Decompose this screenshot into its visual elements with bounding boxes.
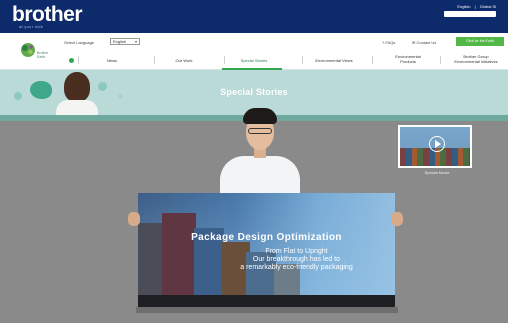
top-links: English | Global Si (454, 4, 496, 9)
presenter-photo (210, 108, 310, 198)
glasses (248, 128, 272, 134)
nav-item-news[interactable]: News (98, 58, 126, 64)
nav-item-our-work[interactable]: Our Work (167, 58, 201, 64)
logo-tagline: at your side (19, 24, 44, 29)
top-search-bar[interactable] (444, 11, 496, 17)
language-select-value: English (113, 39, 127, 44)
page: brother at your side English | Global Si… (0, 0, 508, 323)
poster-subtitle-line: a remarkably eco-friendly packaging (240, 264, 353, 271)
brother-logo[interactable]: brother (12, 4, 83, 25)
faq-link[interactable]: ? FAQs (382, 40, 395, 45)
poster-subtitle: From Flat to Upright Our breakthrough ha… (200, 248, 393, 272)
language-select[interactable]: English ▾ (110, 38, 140, 45)
video-caption[interactable]: Special Movie (398, 170, 476, 175)
chevron-down-icon: ▾ (134, 39, 137, 44)
right-hand (391, 212, 403, 226)
bottom-shadow (136, 307, 398, 313)
nav-separator (224, 56, 225, 64)
eco-logo-line2: Earth (37, 54, 46, 59)
language-label: Select Language (64, 40, 95, 45)
global-site-link[interactable]: Global Si (480, 4, 496, 9)
nav-item-special-stories[interactable]: Special Stories (228, 58, 280, 64)
nav-separator (440, 56, 441, 64)
click-for-earth-button[interactable]: Click for the Earth (456, 37, 504, 46)
nav-item-group-initiatives[interactable]: Brother Group Environmental Initiatives (444, 54, 508, 64)
container-stack (162, 213, 196, 308)
shirt (220, 156, 300, 198)
nav-separator (154, 56, 155, 64)
english-link[interactable]: English (457, 4, 470, 9)
left-hand (128, 212, 140, 226)
contact-link[interactable]: ✉ Contact Us (412, 40, 436, 45)
eco-logo-text: Brother Earth (37, 51, 48, 59)
nav-separator (302, 56, 303, 64)
top-header: brother at your side English | Global Si (0, 0, 508, 33)
nav-item-environmental-products[interactable]: Environmental Products (382, 54, 434, 64)
poster-subtitle-line: Our breakthrough has led to (252, 256, 341, 263)
poster-title: Package Design Optimization (191, 232, 342, 243)
story-poster[interactable]: Package Design Optimization From Flat to… (138, 193, 395, 308)
nav-item-environmental-views[interactable]: Environmental Views (303, 58, 365, 64)
earth-logo-icon[interactable] (20, 42, 36, 58)
play-triangle-icon (435, 140, 441, 148)
special-movie-thumbnail[interactable] (398, 125, 472, 168)
hair (243, 108, 277, 124)
poster-subtitle-line: From Flat to Upright (265, 248, 328, 255)
top-link-separator: | (474, 4, 476, 9)
nav-separator (372, 56, 373, 64)
